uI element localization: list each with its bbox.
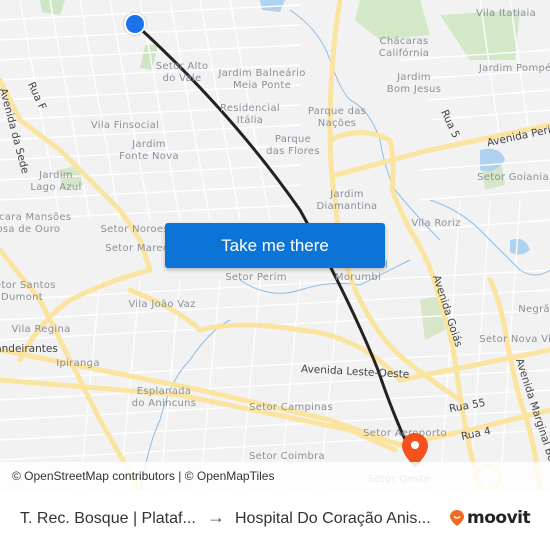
map-label: Negrão de Lima [518, 304, 550, 315]
map-label: Esplanada do Anincuns [131, 386, 197, 409]
map-label: Parque das Nações [307, 106, 367, 129]
map-label: Chácara Mansões Rosa de Ouro [0, 212, 72, 235]
map-label: Setor Alto do Vale [155, 61, 209, 84]
moovit-pin-icon [450, 510, 464, 526]
map-label: Setor Santos Dumont [0, 280, 56, 303]
map-label: Jardim Balneário Meia Ponte [218, 68, 306, 91]
street-label: Bandeirantes [0, 343, 58, 355]
origin-name: T. Rec. Bosque | Plataf... [20, 510, 196, 527]
map-label: Setor Nova Vila [479, 334, 550, 345]
map-label: Parque das Flores [266, 134, 320, 157]
origin-marker[interactable] [124, 13, 146, 35]
destination-name: Hospital Do Coração Anis... [235, 510, 431, 527]
map-attribution[interactable]: © OpenStreetMap contributors | © OpenMap… [0, 462, 550, 490]
map-label: Jardim Lago Azul [30, 170, 82, 193]
map-label: Vila Itatiaia [475, 8, 537, 19]
map-label: Vila Finsocial [90, 120, 160, 131]
map-label: Residencial Itália [220, 103, 280, 126]
map-label: Jardim Fonte Nova [119, 139, 179, 162]
take-me-there-button[interactable]: Take me there [165, 223, 385, 268]
moovit-wordmark: moovit [467, 508, 531, 528]
map-label: Vila Regina [11, 324, 71, 335]
map-label: Setor Campinas [249, 402, 333, 413]
map-label: Vila Roriz [411, 218, 461, 229]
map-label: Vila João Vaz [128, 299, 196, 310]
map-label: Jardim Bom Jesus [386, 72, 442, 95]
map-label: Ipiranga [56, 358, 100, 369]
arrow-right-icon: → [207, 507, 225, 527]
route-footer: T. Rec. Bosque | Plataf... → Hospital Do… [0, 490, 550, 550]
moovit-logo: moovit [449, 508, 531, 528]
map-label: Setor Perim [225, 272, 287, 283]
map-label: Setor Goiania [477, 172, 549, 183]
map-view[interactable]: Vila Itatiaia Chácaras Califórnia Jardim… [0, 0, 550, 490]
map-label: Jardim Diamantina [316, 189, 378, 212]
map-label: Jardim Pompéia [478, 63, 550, 74]
map-label: Chácaras Califórnia [378, 36, 430, 59]
